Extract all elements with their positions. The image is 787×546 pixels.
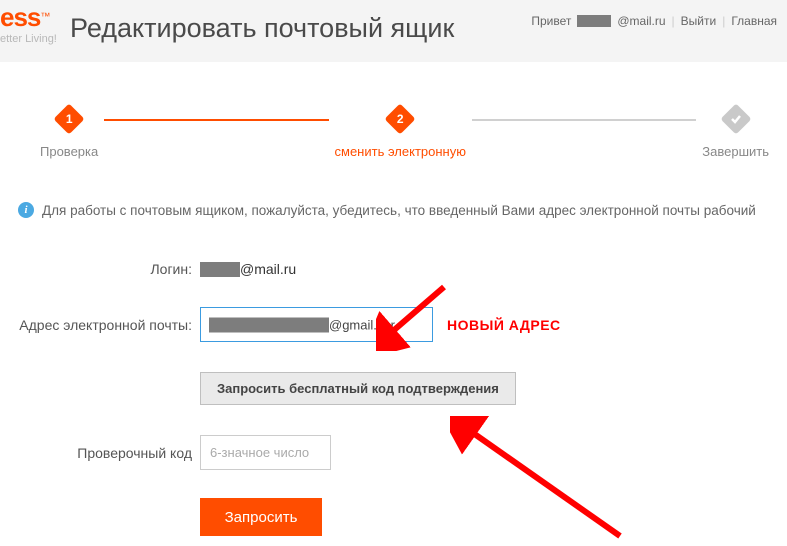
separator: | bbox=[672, 14, 675, 28]
row-submit: Запросить bbox=[0, 498, 769, 536]
step-2-label: сменить электронную bbox=[335, 144, 466, 159]
logout-link[interactable]: Выйти bbox=[681, 14, 717, 28]
row-login: Логин: @mail.ru bbox=[0, 261, 769, 277]
step-2: 2 сменить электронную bbox=[335, 108, 466, 159]
email-field-wrap: @gmail.cor НОВЫЙ АДРЕС bbox=[200, 307, 561, 342]
code-label: Проверочный код bbox=[0, 445, 200, 461]
email-field[interactable] bbox=[200, 307, 433, 342]
login-value: @mail.ru bbox=[200, 261, 296, 277]
edit-email-form: Логин: @mail.ru Адрес электронной почты:… bbox=[0, 221, 787, 536]
home-link[interactable]: Главная bbox=[731, 14, 777, 28]
step-marker-3 bbox=[720, 103, 751, 134]
submit-button[interactable]: Запросить bbox=[200, 498, 322, 536]
greeting-prefix: Привет bbox=[531, 14, 571, 28]
info-banner: i Для работы с почтовым ящиком, пожалуйс… bbox=[0, 159, 787, 221]
step-3: Завершить bbox=[702, 108, 769, 159]
login-suffix: @mail.ru bbox=[240, 261, 296, 277]
redacted-login bbox=[200, 262, 240, 277]
step-marker-1: 1 bbox=[54, 103, 85, 134]
logo: ess™ etter Living! bbox=[0, 4, 57, 45]
verification-code-input[interactable] bbox=[200, 435, 331, 470]
separator: | bbox=[722, 14, 725, 28]
greeting-suffix: @mail.ru bbox=[617, 14, 665, 28]
step-1: 1 Проверка bbox=[40, 108, 98, 159]
page-header: ess™ etter Living! Редактировать почтовы… bbox=[0, 0, 787, 62]
step-3-label: Завершить bbox=[702, 144, 769, 159]
logo-tagline: etter Living! bbox=[0, 33, 57, 45]
info-text: Для работы с почтовым ящиком, пожалуйста… bbox=[42, 201, 756, 221]
logo-tm: ™ bbox=[40, 12, 50, 23]
step-line-2 bbox=[472, 119, 696, 121]
check-icon bbox=[729, 112, 743, 126]
logo-text: ess bbox=[0, 2, 40, 32]
step-1-label: Проверка bbox=[40, 144, 98, 159]
info-icon: i bbox=[18, 202, 34, 218]
row-code: Проверочный код bbox=[0, 435, 769, 470]
page-title: Редактировать почтовый ящик bbox=[70, 13, 454, 44]
step-marker-2: 2 bbox=[385, 103, 416, 134]
row-request-code: Запросить бесплатный код подтверждения bbox=[0, 372, 769, 405]
top-links: Привет @mail.ru | Выйти | Главная bbox=[531, 14, 777, 28]
progress-steps: 1 Проверка 2 сменить электронную Заверши… bbox=[0, 62, 787, 159]
email-label: Адрес электронной почты: bbox=[0, 317, 200, 333]
step-line-1 bbox=[104, 119, 328, 121]
login-label: Логин: bbox=[0, 261, 200, 277]
redacted-username bbox=[577, 15, 611, 27]
annotation-new-address: НОВЫЙ АДРЕС bbox=[447, 317, 561, 333]
request-code-button[interactable]: Запросить бесплатный код подтверждения bbox=[200, 372, 516, 405]
row-email: Адрес электронной почты: @gmail.cor НОВЫ… bbox=[0, 307, 769, 342]
